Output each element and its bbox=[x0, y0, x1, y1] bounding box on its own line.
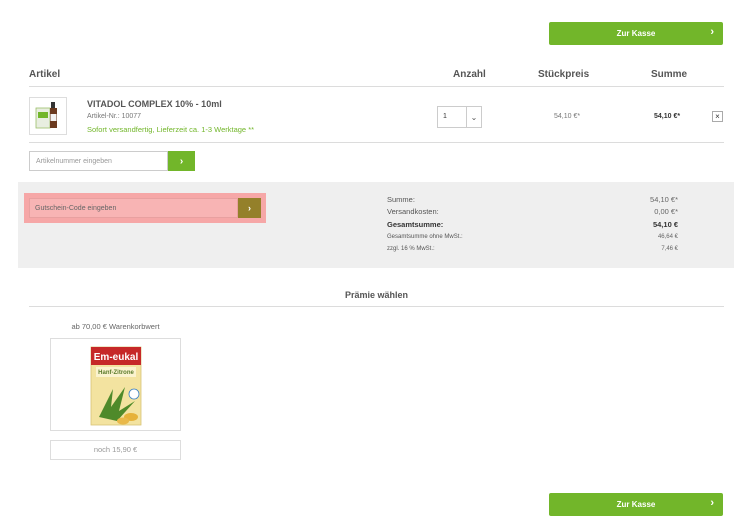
coupon-code-input[interactable]: Gutschein-Code eingeben bbox=[29, 198, 238, 218]
premium-remaining-button[interactable]: noch 15,90 € bbox=[50, 440, 181, 460]
product-thumbnail[interactable] bbox=[29, 97, 67, 135]
divider bbox=[29, 306, 724, 307]
checkout-button-label: Zur Kasse bbox=[616, 500, 656, 509]
summary-label-total: Gesamtsumme: bbox=[387, 220, 444, 229]
product-shipping-info: Sofort versandfertig, Lieferzeit ca. 1-3… bbox=[87, 125, 255, 134]
header-quantity: Anzahl bbox=[453, 69, 486, 80]
cart-item-row: VITADOL COMPLEX 10% - 10ml Artikel-Nr.: … bbox=[29, 88, 724, 143]
summary-value-net: 46,64 € bbox=[657, 234, 678, 240]
checkout-button-bottom[interactable]: Zur Kasse › bbox=[549, 493, 723, 516]
summary-label-vat: zzgl. 16 % MwSt.: bbox=[387, 246, 435, 252]
quantity-select[interactable]: 1 ⌄ bbox=[437, 106, 482, 128]
row-sum: 54,10 €* bbox=[654, 113, 681, 120]
coupon-submit-button[interactable]: › bbox=[238, 198, 261, 218]
premium-brand-text: Em-eukal bbox=[94, 352, 139, 363]
coupon-highlight: Gutschein-Code eingeben › bbox=[24, 193, 266, 223]
premium-section-title: Prämie wählen bbox=[344, 290, 409, 300]
unit-price: 54,10 €* bbox=[554, 113, 581, 120]
add-article-button[interactable]: › bbox=[168, 151, 195, 171]
product-sku: Artikel-Nr.: 10077 bbox=[87, 113, 142, 120]
summary-label-sum: Summe: bbox=[387, 195, 415, 204]
remove-item-button[interactable]: × bbox=[712, 111, 723, 122]
header-article: Artikel bbox=[29, 69, 61, 80]
summary-label-net: Gesamtsumme ohne MwSt.: bbox=[387, 234, 463, 240]
cart-table-header: Artikel Anzahl Stückpreis Summe bbox=[29, 69, 724, 87]
summary-value-total: 54,10 € bbox=[652, 220, 678, 229]
checkout-button-top[interactable]: Zur Kasse › bbox=[549, 22, 723, 45]
product-title-link[interactable]: VITADOL COMPLEX 10% - 10ml bbox=[87, 99, 222, 109]
premium-variant-text: Hanf-Zitrone bbox=[98, 370, 134, 376]
summary-value-vat: 7,46 € bbox=[661, 246, 678, 252]
premium-product-image[interactable]: Em-eukal Hanf-Zitrone bbox=[50, 338, 181, 431]
quantity-value: 1 bbox=[443, 113, 447, 120]
summary-panel: Gutschein-Code eingeben › Summe: 54,10 €… bbox=[18, 182, 734, 268]
summary-value-sum: 54,10 €* bbox=[650, 195, 678, 204]
chevron-right-icon: › bbox=[710, 497, 714, 509]
summary-value-shipping: 0,00 €* bbox=[654, 207, 678, 216]
premium-threshold: ab 70,00 € Warenkorbwert bbox=[71, 322, 160, 331]
summary-label-shipping: Versandkosten: bbox=[387, 207, 439, 216]
header-sum: Summe bbox=[651, 69, 688, 80]
article-number-input[interactable]: Artikelnummer eingeben bbox=[29, 151, 168, 171]
header-unit-price: Stückpreis bbox=[538, 69, 590, 80]
checkout-button-label: Zur Kasse bbox=[616, 29, 656, 38]
chevron-down-icon: ⌄ bbox=[466, 107, 481, 127]
chevron-right-icon: › bbox=[710, 26, 714, 38]
